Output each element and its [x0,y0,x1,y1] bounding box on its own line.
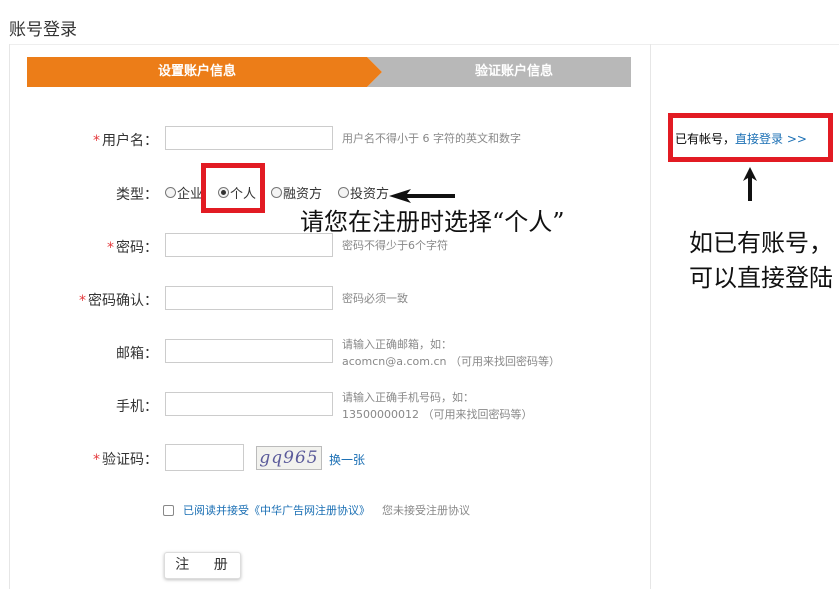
username-hint: 用户名不得小于 6 字符的英文和数字 [342,132,521,145]
agreement-checkbox[interactable] [163,504,174,516]
page-title: 账号登录 [9,20,77,40]
agreement-row: 已阅读并接受《中华广告网注册协议》 您未接受注册协议 [163,502,470,518]
existing-account-text: 已有帐号， [675,132,736,146]
agreement-link[interactable]: 已阅读并接受《中华广告网注册协议》 [183,502,370,518]
captcha-image[interactable]: gq965 [256,446,322,470]
captcha-input[interactable] [165,444,244,471]
step-2-inactive: 验证账户信息 [367,57,631,87]
confirm-password-hint: 密码必须一致 [342,292,408,305]
type-label: 类型： [116,187,158,203]
annotation-choose-personal: 请您在注册时选择“个人” [300,208,565,236]
email-hint: 请输入正确邮箱，如： acomcn@a.com.cn （可用来找回密码等） [342,338,560,368]
captcha-label: * 验证码： [93,452,158,468]
agreement-warning: 您未接受注册协议 [382,504,470,517]
password-label: * 密码： [107,240,158,256]
existing-account-row: 已有帐号，直接登录 >> [675,130,807,147]
radio-enterprise[interactable]: 企业 [165,183,203,202]
required-mark: * [79,293,86,309]
highlight-box-personal [201,163,265,213]
password-hint: 密码不得少于6个字符 [342,239,448,252]
register-button[interactable]: 注 册 [164,552,241,579]
radio-dot-icon[interactable] [271,187,282,198]
radio-investor[interactable]: 投资方 [338,183,389,202]
radio-financing[interactable]: 融资方 [271,183,322,202]
direct-login-link[interactable]: 直接登录 >> [735,132,807,146]
phone-hint: 请输入正确手机号码，如： 13500000012 （可用来找回密码等） [342,391,533,421]
refresh-captcha-link[interactable]: 换一张 [329,451,365,468]
password-input[interactable] [165,233,333,257]
annotation-direct-login: 如已有账号，可以直接登陆 [689,229,833,292]
phone-input[interactable] [165,392,333,416]
email-label: 邮箱： [116,346,158,362]
step-1-active: 设置账户信息 [27,57,382,87]
required-mark: * [93,133,100,149]
radio-dot-icon[interactable] [338,187,349,198]
username-input[interactable] [165,126,333,150]
radio-dot-icon[interactable] [165,187,176,198]
phone-label: 手机： [116,399,158,415]
username-label: * 用户名： [93,133,158,149]
arrow-up-icon [743,167,757,201]
required-mark: * [93,452,100,468]
confirm-password-input[interactable] [165,286,333,310]
required-mark: * [107,240,114,256]
step-progress: 设置账户信息 验证账户信息 [27,57,631,87]
confirm-password-label: * 密码确认： [79,293,158,309]
email-input[interactable] [165,339,333,363]
